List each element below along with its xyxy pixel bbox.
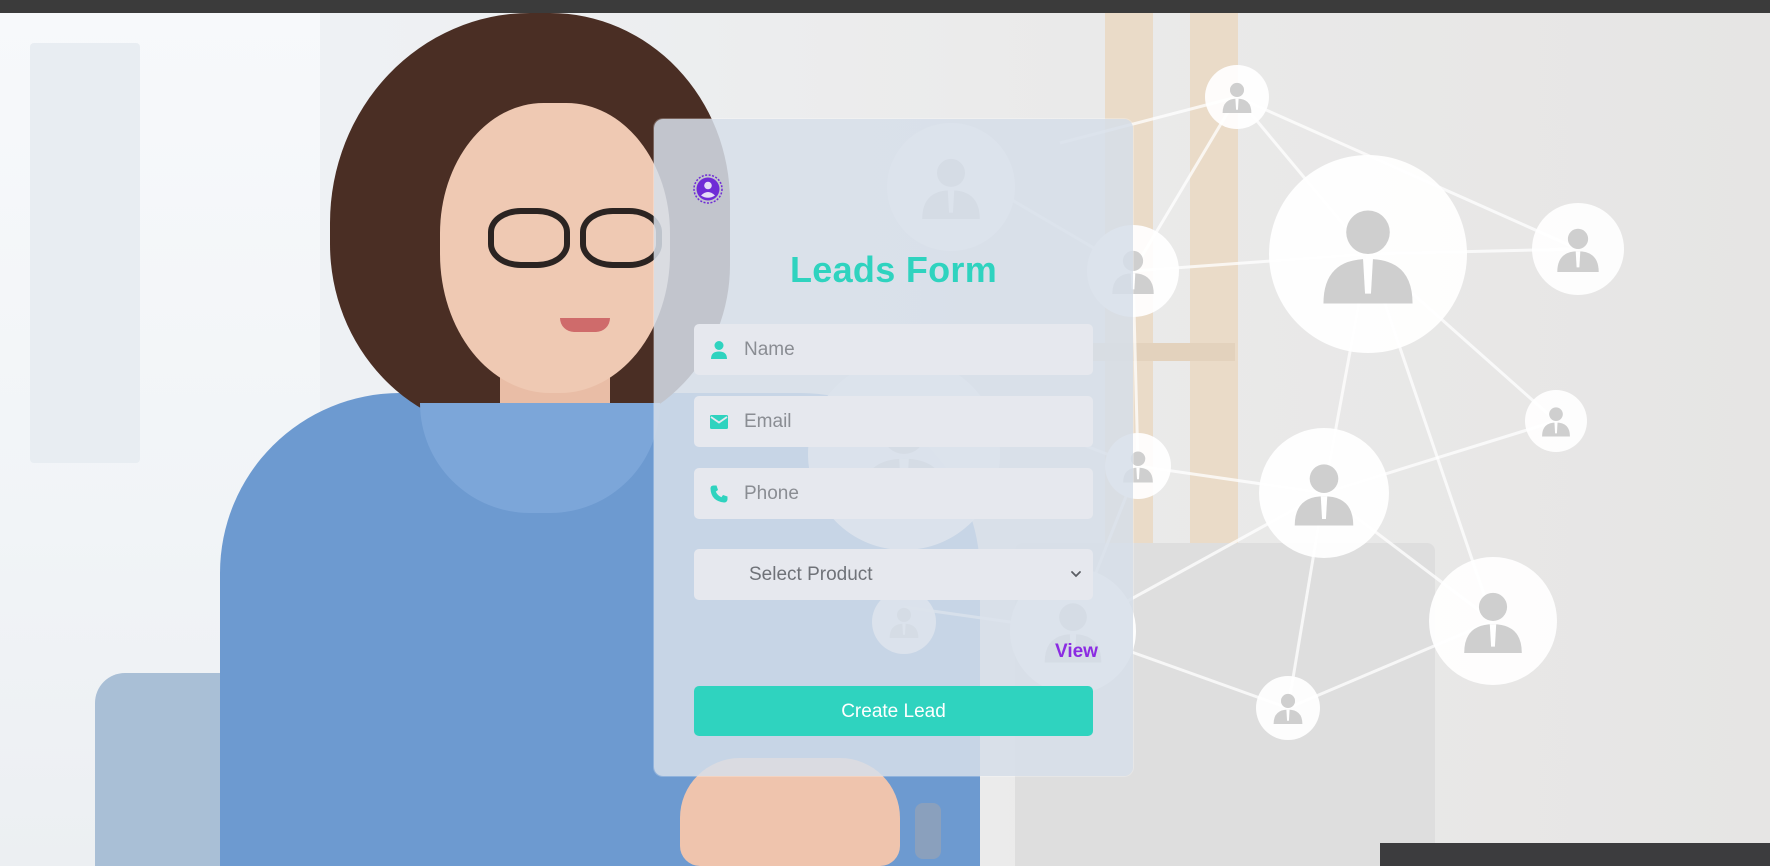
user-circle-icon: [693, 174, 723, 204]
chevron-down-icon: [1071, 571, 1081, 578]
leads-form-card: Leads Form Select Product View Create Le…: [654, 119, 1133, 776]
phone-field[interactable]: [694, 468, 1093, 519]
form-title: Leads Form: [789, 249, 998, 290]
browser-top-bar: [0, 0, 1770, 13]
view-link[interactable]: View: [1055, 641, 1098, 663]
email-field[interactable]: [694, 396, 1093, 447]
phone-icon: [710, 485, 728, 503]
name-input[interactable]: [744, 324, 1074, 375]
email-input[interactable]: [744, 396, 1074, 447]
person-icon: [711, 341, 727, 359]
product-select[interactable]: Select Product: [694, 549, 1093, 600]
create-lead-button[interactable]: Create Lead: [694, 686, 1093, 736]
phone-input[interactable]: [744, 468, 1074, 519]
product-select-value: Select Product: [749, 564, 873, 585]
name-field[interactable]: [694, 324, 1093, 375]
envelope-icon: [710, 415, 728, 429]
